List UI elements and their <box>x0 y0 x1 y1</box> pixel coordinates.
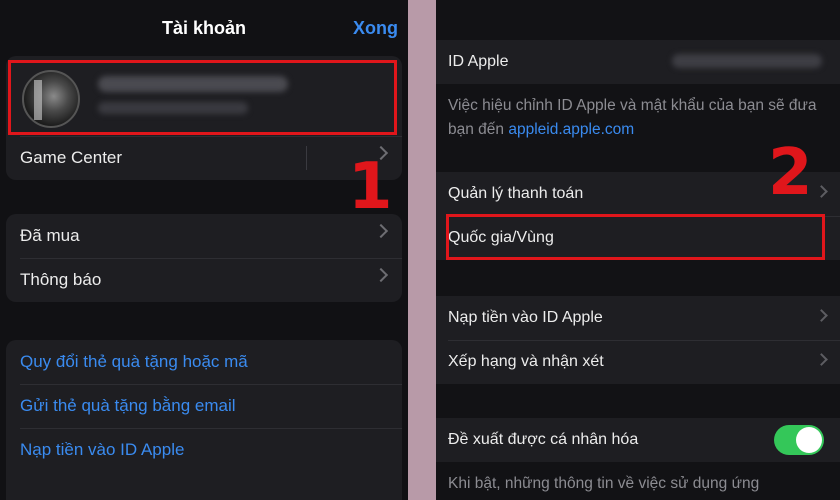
account-panel: Tài khoản Xong Game Center Đã mua Thông … <box>0 0 408 500</box>
purchased-label: Đã mua <box>20 226 80 245</box>
footer-note: Khi bật, những thông tin về việc sử dụng… <box>448 475 760 492</box>
blurred-apple-id <box>672 54 822 68</box>
apple-id-label: ID Apple <box>448 53 509 70</box>
notifications-row[interactable]: Thông báo <box>6 258 402 302</box>
done-button[interactable]: Xong <box>353 18 398 39</box>
appleid-link[interactable]: appleid.apple.com <box>508 121 634 138</box>
apple-id-panel: ID Apple Việc hiệu chỉnh ID Apple và mật… <box>436 0 840 500</box>
highlight-box-profile <box>8 60 397 135</box>
chevron-right-icon <box>815 309 828 322</box>
send-gift-card-link[interactable]: Gửi thẻ quà tặng bằng email <box>6 384 402 428</box>
ratings-row[interactable]: Xếp hạng và nhận xét <box>436 340 840 384</box>
notifications-label: Thông báo <box>20 270 102 289</box>
game-center-row[interactable]: Game Center <box>6 136 402 180</box>
personalization-group: Đề xuất được cá nhân hóa <box>436 418 840 462</box>
add-funds-link[interactable]: Nạp tiền vào ID Apple <box>6 428 402 472</box>
nav-title: Tài khoản <box>161 18 246 38</box>
chevron-right-icon <box>815 185 828 198</box>
redeem-gift-card-link[interactable]: Quy đổi thẻ quà tặng hoặc mã <box>6 340 402 384</box>
apple-id-group: ID Apple <box>436 40 840 84</box>
apple-id-row[interactable]: ID Apple <box>436 40 840 84</box>
chevron-right-icon <box>373 267 389 283</box>
personalized-row: Đề xuất được cá nhân hóa <box>436 418 840 462</box>
apple-id-note: Việc hiệu chỉnh ID Apple và mật khẩu của… <box>448 94 828 142</box>
add-funds-label: Nạp tiền vào ID Apple <box>448 309 603 326</box>
add-funds-row[interactable]: Nạp tiền vào ID Apple <box>436 296 840 340</box>
chevron-right-icon <box>373 223 389 239</box>
separator <box>306 146 307 170</box>
ratings-label: Xếp hạng và nhận xét <box>448 353 604 370</box>
manage-payment-label: Quản lý thanh toán <box>448 185 584 202</box>
gift-links-group: Quy đổi thẻ quà tặng hoặc mã Gửi thẻ quà… <box>6 340 402 500</box>
personalized-toggle[interactable] <box>774 425 824 455</box>
personalized-label: Đề xuất được cá nhân hóa <box>448 431 639 448</box>
step-number-1: 1 <box>348 150 393 224</box>
game-center-label: Game Center <box>20 148 123 167</box>
chevron-right-icon <box>815 353 828 366</box>
purchased-row[interactable]: Đã mua <box>6 214 402 258</box>
funds-group: Nạp tiền vào ID Apple Xếp hạng và nhận x… <box>436 296 840 384</box>
purchases-group: Đã mua Thông báo <box>6 214 402 302</box>
step-number-2: 2 <box>768 136 813 210</box>
highlight-box-country <box>446 214 825 260</box>
